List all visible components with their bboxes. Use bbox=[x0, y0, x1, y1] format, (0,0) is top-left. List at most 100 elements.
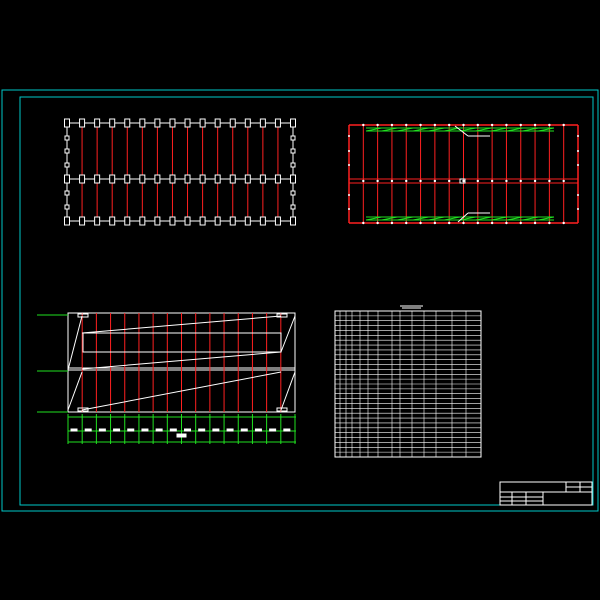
plan-a-column-footing bbox=[244, 174, 251, 184]
plan-b-joint bbox=[376, 179, 379, 183]
plan-a-column-footing bbox=[199, 118, 206, 128]
plan-b-joint bbox=[419, 179, 422, 183]
plan-b-joint bbox=[462, 123, 465, 127]
plan-b-joint bbox=[447, 221, 451, 225]
plan-b-joint bbox=[362, 123, 365, 127]
plan-b-joint bbox=[405, 123, 408, 127]
plan-b-joint bbox=[490, 123, 494, 127]
plan-b-joint bbox=[490, 179, 494, 183]
plan-a-column-footing bbox=[259, 118, 266, 128]
plan-b-joint bbox=[548, 221, 551, 225]
plan-a-column-footing bbox=[139, 174, 146, 184]
plan-a-gable-post bbox=[64, 162, 70, 168]
plan-a-column-footing bbox=[229, 216, 236, 226]
plan-b-joint bbox=[505, 221, 508, 225]
plan-b-joint bbox=[562, 179, 565, 183]
plan-a-gable-post bbox=[290, 204, 296, 210]
plan-b-end-post bbox=[348, 194, 350, 196]
plan-a-column-footing bbox=[124, 174, 131, 184]
plan-a-column-footing bbox=[199, 174, 206, 184]
plan-b-joint bbox=[533, 123, 537, 127]
plan-a-column-footing bbox=[199, 216, 206, 226]
plan-a-column-footing bbox=[214, 118, 221, 128]
plan-a-column-footing bbox=[229, 118, 236, 128]
plan-a-column-footing bbox=[259, 174, 266, 184]
plan-b-joint bbox=[447, 123, 451, 127]
plan-a-column-footing bbox=[290, 174, 296, 184]
plan-b-joint bbox=[490, 221, 494, 225]
plan-b-joint bbox=[519, 179, 522, 183]
plan-a-column-footing bbox=[124, 118, 131, 128]
plan-b-end-post bbox=[577, 208, 579, 210]
plan-b-joint bbox=[548, 179, 551, 183]
elevation-dimension-tag bbox=[184, 428, 191, 432]
plan-b-end-post bbox=[577, 194, 579, 196]
plan-b-end-post bbox=[577, 164, 579, 166]
plan-a-gable-post bbox=[290, 190, 296, 196]
plan-b-end-post bbox=[348, 164, 350, 166]
plan-a-column-footing bbox=[274, 216, 281, 226]
elevation-dimension-tag bbox=[70, 428, 78, 432]
plan-b-end-post bbox=[577, 135, 579, 137]
plan-b-joint bbox=[476, 221, 480, 225]
plan-b-joint bbox=[462, 179, 465, 183]
plan-b-end-post bbox=[577, 150, 579, 152]
plan-a-column-footing bbox=[259, 216, 266, 226]
plan-a-column-footing bbox=[64, 174, 70, 184]
plan-a-column-footing bbox=[94, 118, 101, 128]
plan-a-gable-post bbox=[64, 148, 70, 154]
plan-b-joint bbox=[362, 179, 365, 183]
elevation-dimension-tag bbox=[113, 428, 121, 432]
elevation-dimension-tag bbox=[240, 428, 248, 432]
elevation-dimension-tag bbox=[283, 428, 291, 432]
plan-b-joint bbox=[419, 123, 422, 127]
plan-a-column-footing bbox=[274, 174, 281, 184]
plan-a-gable-post bbox=[64, 135, 70, 141]
plan-a-gable-post bbox=[290, 148, 296, 154]
plan-a-gable-post bbox=[64, 190, 70, 196]
plan-a-column-footing bbox=[109, 174, 116, 184]
plan-a-gable-post bbox=[290, 135, 296, 141]
plan-a-column-footing bbox=[214, 174, 221, 184]
plan-a-column-footing bbox=[184, 216, 191, 226]
plan-a-column-footing bbox=[290, 216, 296, 226]
plan-b-joint bbox=[405, 221, 408, 225]
plan-b-joint bbox=[548, 123, 551, 127]
plan-b-joint bbox=[433, 179, 437, 183]
plan-b-joint bbox=[533, 221, 537, 225]
plan-a-column-footing bbox=[79, 118, 86, 128]
elevation-dimension-tag bbox=[127, 428, 135, 432]
plan-a-gable-post bbox=[64, 204, 70, 210]
plan-b-joint bbox=[505, 179, 508, 183]
plan-b-joint bbox=[476, 179, 480, 183]
elevation-dimension-tag bbox=[155, 428, 163, 432]
plan-b-joint bbox=[419, 221, 422, 225]
plan-b-joint bbox=[376, 123, 379, 127]
plan-a-column-footing bbox=[139, 216, 146, 226]
plan-b-joint bbox=[505, 123, 508, 127]
plan-a-column-footing bbox=[109, 216, 116, 226]
plan-b-joint bbox=[519, 221, 522, 225]
plan-b-joint bbox=[362, 221, 365, 225]
cad-drawing-sheet bbox=[0, 0, 600, 600]
elevation-dimension-tag bbox=[254, 428, 262, 432]
plan-b-joint bbox=[433, 221, 437, 225]
plan-a-column-footing bbox=[64, 118, 70, 128]
plan-b-joint bbox=[462, 221, 465, 225]
plan-a-column-footing bbox=[154, 118, 161, 128]
plan-b-joint bbox=[390, 123, 394, 127]
plan-b-joint bbox=[476, 123, 480, 127]
plan-a-column-footing bbox=[79, 216, 86, 226]
plan-a-column-footing bbox=[94, 174, 101, 184]
plan-a-column-footing bbox=[290, 118, 296, 128]
plan-a-column-footing bbox=[79, 174, 86, 184]
plan-b-joint bbox=[405, 179, 408, 183]
plan-b-joint bbox=[376, 221, 379, 225]
plan-a-column-footing bbox=[244, 216, 251, 226]
plan-b-joint bbox=[447, 179, 451, 183]
elevation-dimension-tag bbox=[198, 428, 206, 432]
elevation-dimension-tag bbox=[84, 428, 92, 432]
elevation-dimension-tag bbox=[226, 428, 234, 432]
plan-a-column-footing bbox=[229, 174, 236, 184]
plan-a-column-footing bbox=[214, 216, 221, 226]
